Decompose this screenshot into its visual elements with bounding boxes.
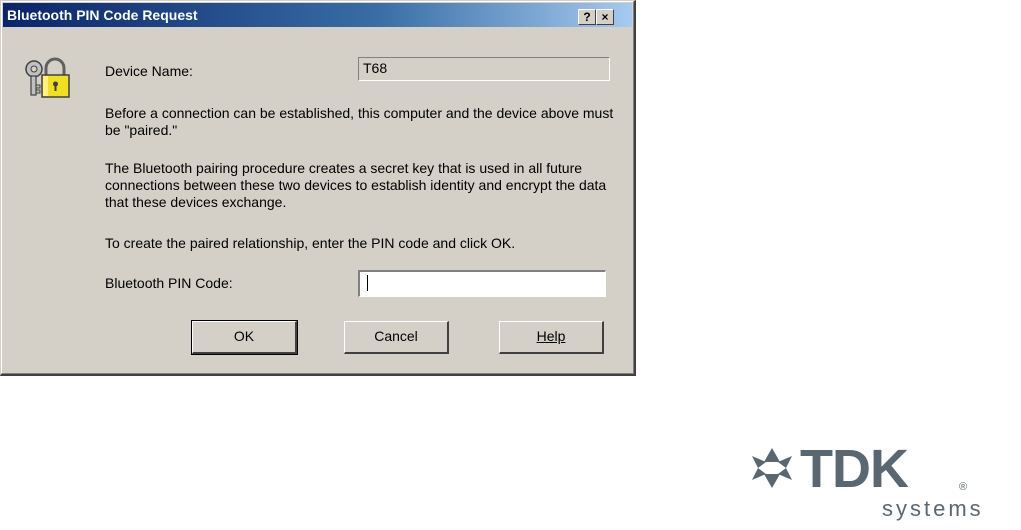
pin-code-label: Bluetooth PIN Code: <box>105 275 233 291</box>
device-name-label: Device Name: <box>105 63 193 79</box>
bluetooth-pin-dialog: Bluetooth PIN Code Request ? × Device Na… <box>0 0 636 376</box>
title-bar[interactable]: Bluetooth PIN Code Request ? × <box>3 3 632 27</box>
help-button[interactable]: Help <box>499 321 604 354</box>
device-name-field: T68 <box>358 57 610 81</box>
text-cursor <box>367 275 368 291</box>
window-title: Bluetooth PIN Code Request <box>7 7 198 23</box>
pin-code-input[interactable] <box>358 270 606 297</box>
tdk-wordmark: TDK <box>800 439 909 499</box>
pairing-explanation-text: The Bluetooth pairing procedure creates … <box>105 160 607 210</box>
close-title-button[interactable]: × <box>596 9 614 25</box>
ok-button[interactable]: OK <box>191 320 298 355</box>
instruction-text: To create the paired relationship, enter… <box>105 235 516 251</box>
lock-key-icon <box>25 57 70 98</box>
cancel-button[interactable]: Cancel <box>344 321 449 354</box>
help-title-button[interactable]: ? <box>578 9 596 25</box>
help-button-label: Help <box>536 328 566 344</box>
systems-subtitle: systems <box>882 496 984 521</box>
paired-notice-text: Before a connection can be established, … <box>105 105 614 138</box>
registered-mark: ® <box>959 481 968 493</box>
